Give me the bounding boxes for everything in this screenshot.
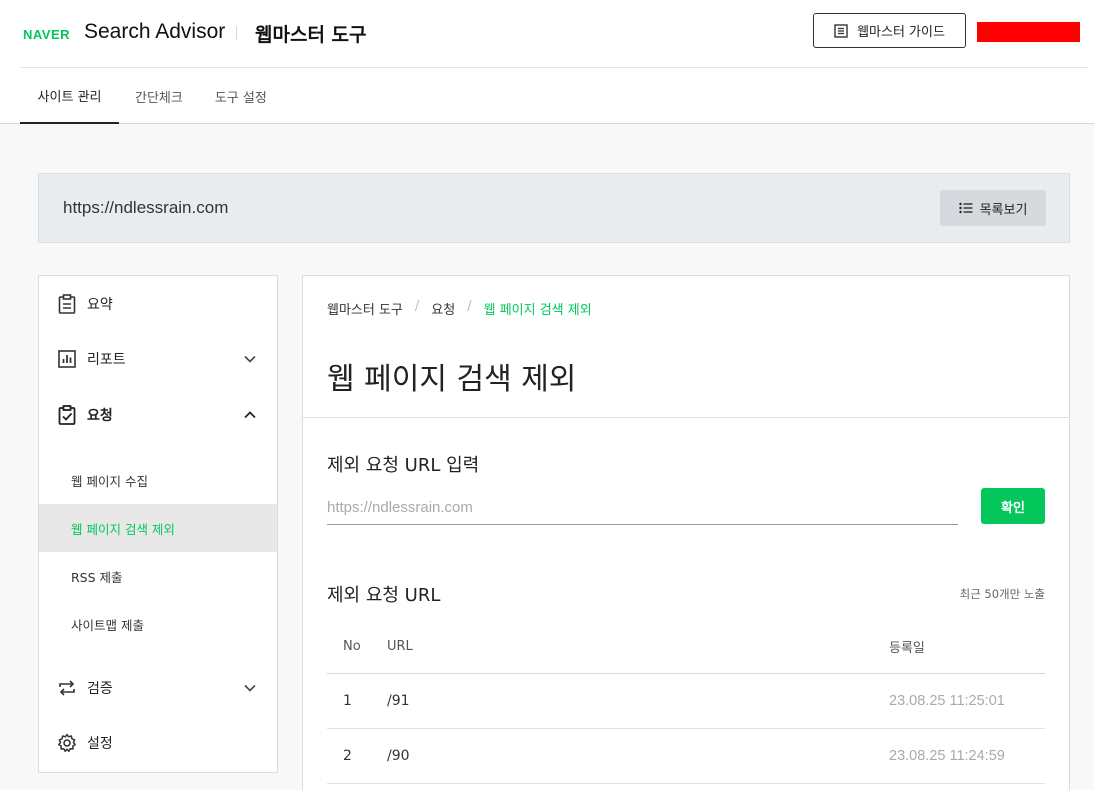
search-advisor-logo[interactable]: Search Advisor	[84, 20, 225, 44]
view-list-button[interactable]: 목록보기	[940, 190, 1046, 226]
sidebar-subitem-rss-submit[interactable]: RSS 제출	[39, 552, 277, 600]
sidebar: 요약 리포트 요청 웹 페이지 수집 웹 페이지 검색 제외 RSS 제출 사이…	[38, 275, 278, 773]
chevron-up-icon	[244, 411, 256, 419]
webmaster-guide-button[interactable]: 웹마스터 가이드	[813, 13, 966, 48]
chevron-down-icon	[244, 355, 256, 363]
row-no: 2	[343, 748, 352, 764]
breadcrumb-separator: /	[467, 299, 472, 314]
view-list-label: 목록보기	[979, 202, 1028, 218]
sidebar-item-request[interactable]: 요청	[39, 395, 277, 435]
tab-site-management[interactable]: 사이트 관리	[20, 68, 119, 124]
list-section-title: 제외 요청 URL	[327, 585, 441, 606]
tab-label: 도구 설정	[214, 90, 267, 106]
column-header-url: URL	[387, 638, 413, 654]
tab-tool-settings[interactable]: 도구 설정	[199, 68, 283, 124]
list-icon	[958, 202, 973, 214]
breadcrumb-item[interactable]: 요청	[431, 299, 455, 318]
sidebar-item-label: 리포트	[87, 352, 126, 368]
main-tabs: 사이트 관리 간단체크 도구 설정	[20, 68, 283, 124]
confirm-button[interactable]: 확인	[981, 488, 1045, 524]
site-url-bar: https://ndlessrain.com 목록보기	[38, 173, 1070, 243]
table-header: No URL 등록일	[327, 619, 1045, 674]
sidebar-item-label: 검증	[87, 681, 113, 697]
sidebar-subitem-label: 사이트맵 제출	[71, 617, 144, 633]
sidebar-subitem-page-crawl[interactable]: 웹 페이지 수집	[39, 456, 277, 504]
breadcrumb: 웹마스터 도구 / 요청 / 웹 페이지 검색 제외	[327, 299, 592, 318]
exclude-url-input[interactable]	[327, 491, 958, 525]
sidebar-item-label: 요청	[87, 408, 113, 424]
sidebar-subitem-label: 웹 페이지 검색 제외	[71, 521, 175, 537]
site-url: https://ndlessrain.com	[63, 198, 229, 217]
bar-chart-icon	[57, 349, 77, 369]
tab-quick-check[interactable]: 간단체크	[119, 68, 199, 124]
row-date: 23.08.25 11:25:01	[889, 693, 1005, 709]
webmaster-guide-label: 웹마스터 가이드	[857, 25, 945, 40]
table-row: 1 /91 23.08.25 11:25:01	[327, 674, 1045, 729]
naver-logo[interactable]: NAVER	[23, 27, 70, 42]
list-note: 최근 50개만 노출	[959, 587, 1045, 601]
sidebar-item-label: 요약	[87, 297, 113, 313]
breadcrumb-item[interactable]: 웹마스터 도구	[327, 299, 403, 318]
top-header: NAVER Search Advisor 웹마스터 도구 웹마스터 가이드 사이…	[0, 0, 1094, 124]
sidebar-subitem-label: 웹 페이지 수집	[71, 473, 148, 489]
sidebar-item-label: 설정	[87, 736, 113, 752]
input-section-title: 제외 요청 URL 입력	[327, 455, 480, 476]
document-list-icon	[834, 23, 848, 38]
tab-label: 간단체크	[135, 90, 183, 106]
row-no: 1	[343, 693, 352, 709]
sidebar-item-summary[interactable]: 요약	[39, 284, 277, 324]
redacted-user-area[interactable]	[977, 22, 1080, 42]
gear-icon	[57, 733, 77, 753]
sidebar-item-verify[interactable]: 검증	[39, 668, 277, 708]
webmaster-tool-title[interactable]: 웹마스터 도구	[255, 20, 367, 47]
main-panel: 웹마스터 도구 / 요청 / 웹 페이지 검색 제외 웹 페이지 검색 제외 제…	[302, 275, 1070, 790]
tab-label: 사이트 관리	[37, 89, 102, 105]
chevron-down-icon	[244, 684, 256, 692]
swap-arrows-icon	[57, 678, 77, 698]
exclude-url-table: No URL 등록일 1 /91 23.08.25 11:25:01 2 /90…	[327, 619, 1045, 784]
sidebar-subitem-sitemap-submit[interactable]: 사이트맵 제출	[39, 600, 277, 648]
clipboard-icon	[57, 294, 77, 314]
sidebar-subitem-search-exclude[interactable]: 웹 페이지 검색 제외	[39, 504, 277, 552]
column-header-no: No	[343, 638, 361, 654]
table-row: 2 /90 23.08.25 11:24:59	[327, 729, 1045, 784]
breadcrumb-current: 웹 페이지 검색 제외	[483, 303, 592, 318]
sidebar-item-report[interactable]: 리포트	[39, 339, 277, 379]
title-divider	[303, 417, 1069, 418]
breadcrumb-separator: /	[414, 299, 420, 314]
row-url: /91	[387, 693, 410, 709]
clipboard-check-icon	[57, 405, 77, 425]
row-date: 23.08.25 11:24:59	[889, 748, 1005, 764]
column-header-date: 등록일	[889, 640, 925, 656]
logo-divider	[236, 26, 237, 40]
row-url: /90	[387, 748, 410, 764]
page-title: 웹 페이지 검색 제외	[327, 362, 577, 397]
sidebar-subitem-label: RSS 제출	[71, 569, 123, 585]
sidebar-item-settings[interactable]: 설정	[39, 723, 277, 763]
